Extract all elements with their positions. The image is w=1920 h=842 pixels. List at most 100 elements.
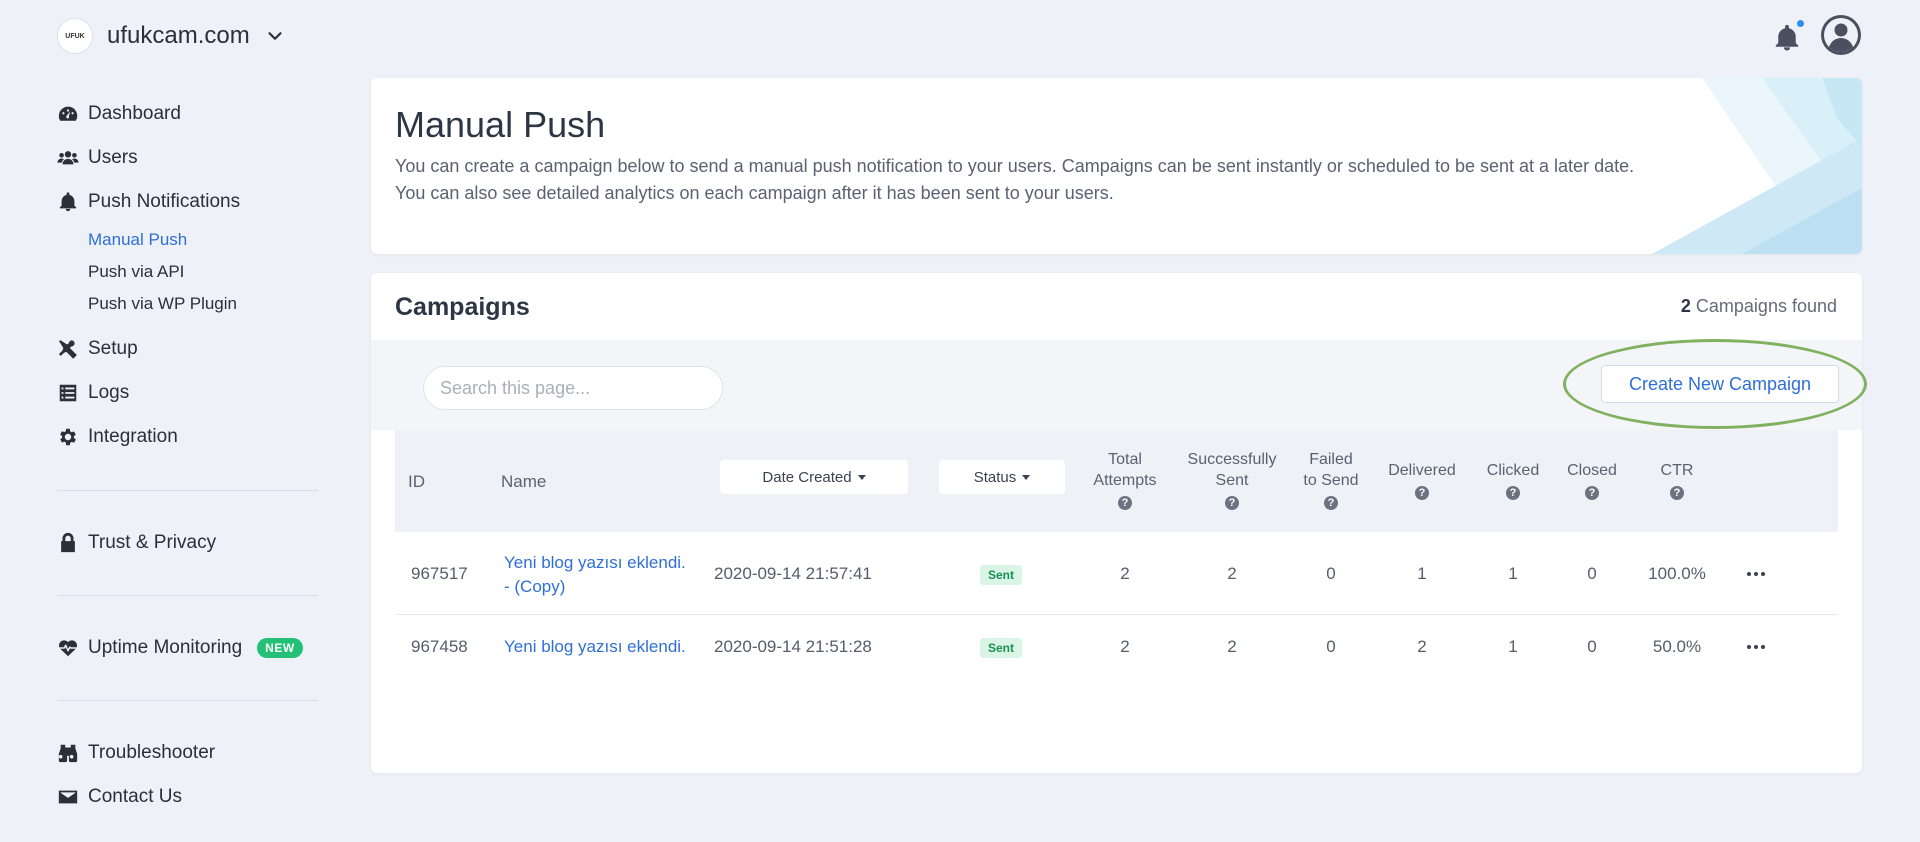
cell-ctr: 50.0% [1652,637,1702,656]
sidebar-item-push-notifications[interactable]: Push Notifications [57,187,240,217]
create-new-campaign-button[interactable]: Create New Campaign [1601,365,1839,403]
sidebar-item-troubleshooter[interactable]: Troubleshooter [57,738,215,768]
column-header-successfully-sent: Successfully Sent ? [1182,449,1282,512]
sidebar-item-label: Push Notifications [88,191,241,212]
page-header-card: Manual Push You can create a campaign be… [371,78,1862,254]
dashboard-icon [58,106,78,121]
table-row: 967458 Yeni blog yazısı eklendi. 2020-09… [395,615,1838,679]
date-created-sort-button[interactable]: Date Created [720,460,908,494]
cell-delivered: 2 [1417,637,1427,656]
help-icon[interactable]: ? [1225,496,1239,510]
sidebar-item-dashboard[interactable]: Dashboard [57,99,181,129]
users-icon [57,151,79,165]
column-header-failed-to-send: Failed to Send ? [1281,449,1381,512]
sidebar-subitem-push-via-wp-plugin[interactable]: Push via WP Plugin [88,294,237,314]
sidebar-subitem-push-via-api[interactable]: Push via API [88,262,184,282]
help-icon[interactable]: ? [1324,496,1338,510]
help-icon[interactable]: ? [1506,486,1520,500]
column-header-total-attempts: Total Attempts ? [1075,449,1175,512]
sidebar-item-label: Dashboard [88,103,181,124]
sidebar-item-setup[interactable]: Setup [57,334,138,364]
sidebar-item-users[interactable]: Users [57,143,138,173]
heartbeat-icon [58,640,78,657]
sidebar-item-label: Troubleshooter [88,742,216,763]
sidebar: Dashboard Users Push Notifications Manua… [40,80,318,815]
more-actions-icon[interactable] [1743,640,1769,654]
binoculars-icon [58,744,78,763]
cell-total-attempts: 2 [1120,637,1130,656]
sidebar-item-label: Users [88,147,138,168]
status-filter-button[interactable]: Status [939,460,1065,494]
site-logo: UFUK [57,18,93,54]
campaign-name-line: Yeni blog yazısı eklendi. [504,553,686,572]
cell-id: 967517 [411,564,468,583]
help-icon[interactable]: ? [1415,486,1429,500]
sidebar-item-label: Logs [88,382,130,403]
sidebar-item-label: Uptime Monitoring [88,637,243,658]
sidebar-item-contact-us[interactable]: Contact Us [57,782,182,812]
sidebar-divider [57,595,318,596]
column-header-text: to Send [1303,472,1359,489]
search-input[interactable] [423,366,723,410]
campaign-name-link[interactable]: Yeni blog yazısı eklendi. [504,635,704,659]
sidebar-subitem-manual-push[interactable]: Manual Push [88,230,187,250]
column-header-text: Total [1108,451,1142,468]
campaigns-title: Campaigns [395,293,530,321]
sidebar-item-trust-privacy[interactable]: Trust & Privacy [57,528,216,558]
cell-id: 967458 [411,637,468,656]
cell-closed: 0 [1587,637,1597,656]
cell-date: 2020-09-14 21:57:41 [714,564,872,583]
sidebar-item-label: Contact Us [88,786,182,807]
new-badge: NEW [257,638,303,658]
table-header: ID Name Date Created Status Total Attemp… [395,430,1838,532]
cell-ctr: 100.0% [1648,564,1706,583]
column-header-delivered: Delivered ? [1372,460,1472,502]
more-actions-icon[interactable] [1743,567,1769,581]
column-header-text: Successfully [1187,451,1277,468]
help-icon[interactable]: ? [1585,486,1599,500]
column-header-text: Sent [1215,472,1249,489]
sidebar-divider [57,490,318,491]
cell-clicked: 1 [1508,564,1518,583]
table-row: 967517 Yeni blog yazısı eklendi. - (Copy… [395,532,1838,615]
status-badge: Sent [980,565,1023,585]
sidebar-item-logs[interactable]: Logs [57,378,129,408]
campaign-name-line: - (Copy) [504,577,566,596]
column-header-name: Name [501,472,547,491]
campaign-name-link[interactable]: Yeni blog yazısı eklendi. - (Copy) [504,551,704,599]
cell-failed-to-send: 0 [1326,564,1336,583]
caret-down-icon [857,474,866,480]
sidebar-item-uptime-monitoring[interactable]: Uptime Monitoring NEW [57,633,303,663]
cell-successfully-sent: 2 [1227,637,1237,656]
page-description-line-2: You can also see detailed analytics on e… [395,183,1114,203]
page-title: Manual Push [395,104,606,145]
notifications-button[interactable] [1772,18,1806,54]
cell-delivered: 1 [1417,564,1427,583]
tools-icon [59,340,77,359]
list-icon [59,384,77,402]
sidebar-divider [57,700,318,701]
cell-closed: 0 [1587,564,1597,583]
cell-date: 2020-09-14 21:51:28 [714,637,872,656]
bell-icon [59,192,77,212]
cell-total-attempts: 2 [1120,564,1130,583]
avatar[interactable] [1820,14,1862,56]
caret-down-icon [1022,474,1031,480]
help-icon[interactable]: ? [1670,486,1684,500]
column-header-ctr: CTR ? [1627,460,1727,502]
column-header-text: Delivered [1388,462,1456,479]
envelope-icon [58,790,78,804]
cell-successfully-sent: 2 [1227,564,1237,583]
cell-clicked: 1 [1508,637,1518,656]
column-header-text: Failed [1309,451,1353,468]
campaigns-count: 2 Campaigns found [1681,296,1837,317]
column-header-id: ID [408,472,425,491]
date-created-label: Date Created [762,468,852,486]
campaign-name-line: Yeni blog yazısı eklendi. [504,637,686,656]
decorative-background-shapes [1652,78,1862,254]
site-name: ufukcam.com [107,22,250,49]
site-switcher[interactable]: UFUK ufukcam.com [57,18,286,54]
sidebar-item-integration[interactable]: Integration [57,422,178,452]
help-icon[interactable]: ? [1118,496,1132,510]
page-description-line-1: You can create a campaign below to send … [395,156,1635,176]
